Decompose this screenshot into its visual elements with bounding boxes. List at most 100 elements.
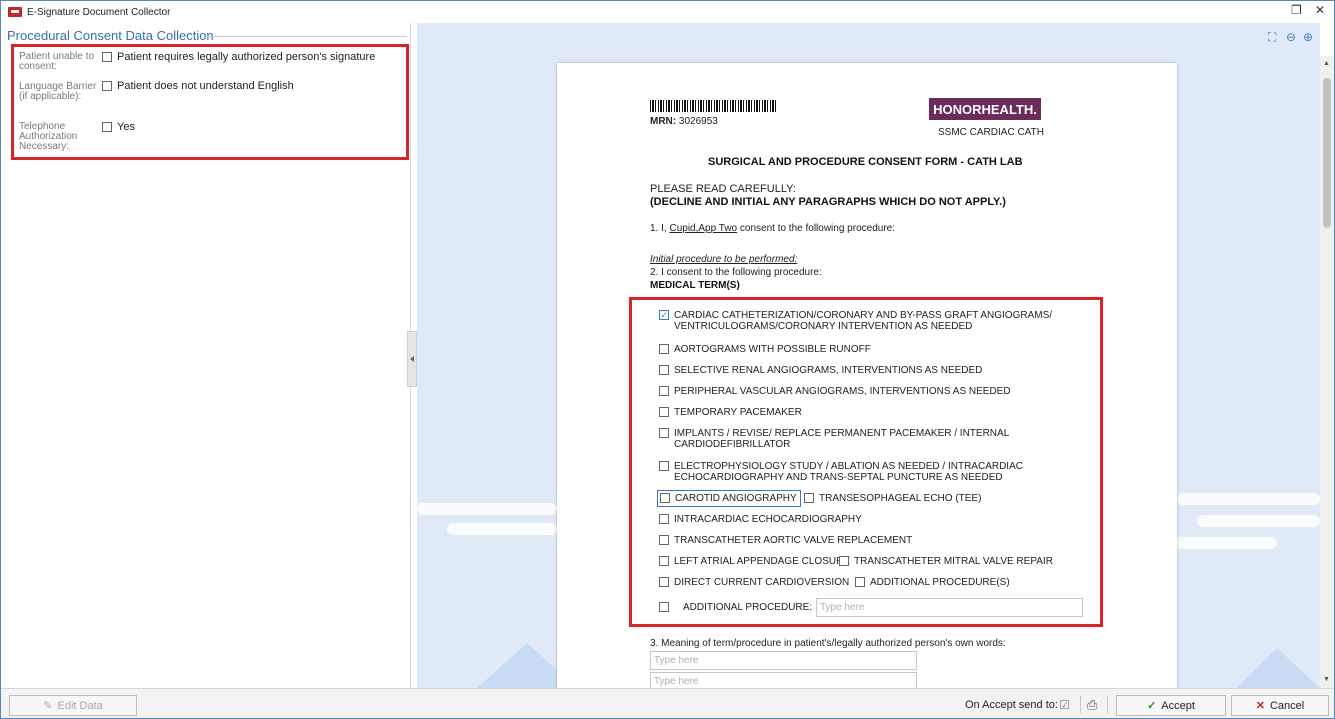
procedure-aortograms[interactable]: AORTOGRAMS WITH POSSIBLE RUNOFF: [659, 344, 871, 355]
procedure-checkbox[interactable]: [659, 407, 669, 417]
printer-icon[interactable]: ⎙: [1087, 697, 1097, 713]
procedure-checkbox[interactable]: [659, 535, 669, 545]
mrn: MRN: 3026953: [650, 116, 718, 127]
additional-procedure-label: ADDITIONAL PROCEDURE:: [683, 602, 813, 613]
patient-unable-text: Patient requires legally authorized pers…: [117, 51, 376, 63]
toolbar-divider: [1107, 696, 1108, 713]
line1-suffix: consent to the following procedure:: [739, 223, 895, 234]
close-button[interactable]: ✕: [1315, 3, 1325, 17]
procedure-checkbox[interactable]: [659, 461, 669, 471]
procedure-label: AORTOGRAMS WITH POSSIBLE RUNOFF: [674, 344, 871, 355]
patient-unable-option[interactable]: Patient requires legally authorized pers…: [102, 51, 375, 63]
procedure-cardioversion[interactable]: DIRECT CURRENT CARDIOVERSION: [659, 577, 849, 588]
procedure-checkbox[interactable]: [839, 556, 849, 566]
own-words-input-1[interactable]: Type here: [650, 651, 917, 670]
patient-unable-checkbox[interactable]: [102, 52, 112, 62]
procedure-checkbox-checked[interactable]: ✓: [659, 310, 669, 320]
procedure-checkbox[interactable]: [659, 577, 669, 587]
additional-procedure-row: ADDITIONAL PROCEDURE:: [659, 602, 812, 613]
data-collection-panel: Procedural Consent Data Collection Patie…: [1, 23, 411, 688]
procedure-label: LEFT ATRIAL APPENDAGE CLOSURE: [674, 556, 850, 567]
procedure-tee[interactable]: TRANSESOPHAGEAL ECHO (TEE): [804, 493, 981, 504]
patient-unable-label: Patient unable to consent:: [19, 51, 95, 72]
procedure-label: TEMPORARY PACEMAKER: [674, 407, 802, 418]
procedure-label: DIRECT CURRENT CARDIOVERSION: [674, 577, 850, 588]
window-title: E-Signature Document Collector: [27, 6, 171, 18]
language-barrier-text: Patient does not understand English: [117, 80, 294, 92]
restore-button[interactable]: ❐: [1291, 3, 1302, 17]
procedure-checkbox[interactable]: [659, 365, 669, 375]
own-words-input-2[interactable]: Type here: [650, 672, 917, 688]
vertical-scrollbar[interactable]: ▲ ▼: [1320, 56, 1334, 688]
procedure-laa-closure[interactable]: LEFT ATRIAL APPENDAGE CLOSURE: [659, 556, 850, 567]
scroll-up-arrow[interactable]: ▲: [1323, 60, 1330, 67]
procedure-additional-check[interactable]: ADDITIONAL PROCEDURE(S): [855, 577, 1010, 588]
procedure-electrophysiology[interactable]: ELECTROPHYSIOLOGY STUDY / ABLATION AS NE…: [659, 461, 1023, 483]
zoom-in-icon[interactable]: ⊕: [1303, 30, 1313, 44]
language-barrier-checkbox[interactable]: [102, 81, 112, 91]
procedure-carotid[interactable]: CAROTID ANGIOGRAPHY: [657, 490, 801, 507]
procedure-checkbox[interactable]: [659, 344, 669, 354]
procedure-checkbox[interactable]: [660, 493, 670, 503]
decline-note: (DECLINE AND INITIAL ANY PARAGRAPHS WHIC…: [650, 196, 1006, 208]
honorhealth-logo: HONORHEALTH.: [929, 98, 1041, 120]
telephone-auth-checkbox[interactable]: [102, 122, 112, 132]
procedure-label: ELECTROPHYSIOLOGY STUDY / ABLATION AS NE…: [674, 461, 1023, 483]
procedure-label: TRANSESOPHAGEAL ECHO (TEE): [819, 493, 982, 504]
additional-procedure-checkbox[interactable]: [659, 602, 669, 612]
section-divider: [207, 36, 407, 37]
procedure-checkbox[interactable]: [659, 556, 669, 566]
pencil-icon: ✎: [43, 700, 53, 712]
procedure-label: PERIPHERAL VASCULAR ANGIOGRAMS, INTERVEN…: [674, 386, 1011, 397]
additional-procedure-input[interactable]: Type here: [816, 598, 1083, 617]
procedure-checkbox[interactable]: [659, 428, 669, 438]
consent-line-3: 3. Meaning of term/procedure in patient'…: [650, 638, 1006, 649]
toolbar-divider: [1080, 696, 1081, 713]
send-to-signature-icon[interactable]: ☑: [1059, 698, 1070, 712]
procedure-checkbox[interactable]: [659, 386, 669, 396]
procedure-checkbox[interactable]: [659, 514, 669, 524]
telephone-auth-option[interactable]: Yes: [102, 121, 135, 133]
consent-line-2: 2. I consent to the following procedure:: [650, 267, 822, 278]
x-icon: ✕: [1255, 700, 1265, 712]
initial-heading: Initial procedure to be performed:: [650, 254, 798, 265]
edit-data-label: Edit Data: [57, 699, 103, 712]
section-title: Procedural Consent Data Collection: [7, 28, 214, 43]
scrollbar-thumb[interactable]: [1323, 78, 1331, 228]
procedure-checkbox[interactable]: [855, 577, 865, 587]
accept-label: Accept: [1161, 699, 1195, 712]
panel-collapse-handle[interactable]: [407, 331, 417, 387]
telephone-auth-label: Telephone Authorization Necessary:: [19, 121, 78, 152]
procedure-renal-angiograms[interactable]: SELECTIVE RENAL ANGIOGRAMS, INTERVENTION…: [659, 365, 982, 376]
procedure-label: IMPLANTS / REVISE/ REPLACE PERMANENT PAC…: [674, 428, 1010, 450]
accept-button[interactable]: ✓ Accept: [1116, 695, 1226, 716]
procedure-label: CARDIAC CATHETERIZATION/CORONARY AND BY-…: [674, 310, 1053, 332]
language-barrier-option[interactable]: Patient does not understand English: [102, 80, 294, 92]
procedure-tavr[interactable]: TRANSCATHETER AORTIC VALVE REPLACEMENT: [659, 535, 912, 546]
bottom-toolbar: ✎ Edit Data On Accept send to: ☑ ⎙ ✓ Acc…: [1, 688, 1334, 718]
title-bar: E-Signature Document Collector ❐ ✕: [1, 1, 1334, 23]
edit-data-button[interactable]: ✎ Edit Data: [9, 695, 137, 716]
procedure-temporary-pacemaker[interactable]: TEMPORARY PACEMAKER: [659, 407, 802, 418]
procedure-label: INTRACARDIAC ECHOCARDIOGRAPHY: [674, 514, 862, 525]
consent-line-1: 1. I, Cupid,App Two consent to the follo…: [650, 223, 895, 234]
procedure-label: TRANSCATHETER AORTIC VALVE REPLACEMENT: [674, 535, 913, 546]
checkmark-icon: ✓: [1147, 700, 1157, 712]
facility-name: SSMC CARDIAC CATH: [938, 127, 1044, 138]
procedure-implants[interactable]: IMPLANTS / REVISE/ REPLACE PERMANENT PAC…: [659, 428, 1009, 450]
procedure-checkbox[interactable]: [804, 493, 814, 503]
zoom-out-icon[interactable]: ⊖: [1286, 30, 1296, 44]
procedure-intracardiac-echo[interactable]: INTRACARDIAC ECHOCARDIOGRAPHY: [659, 514, 862, 525]
procedure-peripheral-vascular[interactable]: PERIPHERAL VASCULAR ANGIOGRAMS, INTERVEN…: [659, 386, 1011, 397]
procedure-label: CAROTID ANGIOGRAPHY: [675, 493, 797, 504]
procedure-cardiac-cath[interactable]: ✓ CARDIAC CATHETERIZATION/CORONARY AND B…: [659, 310, 1052, 332]
procedure-mitral-repair[interactable]: TRANSCATHETER MITRAL VALVE REPAIR: [839, 556, 1053, 567]
cancel-label: Cancel: [1269, 699, 1305, 712]
telephone-auth-text: Yes: [117, 121, 135, 133]
fit-page-icon[interactable]: ⛶: [1268, 30, 1276, 45]
line1-prefix: 1. I,: [650, 223, 667, 234]
procedure-label: TRANSCATHETER MITRAL VALVE REPAIR: [854, 556, 1053, 567]
scroll-down-arrow[interactable]: ▼: [1323, 676, 1330, 683]
cancel-button[interactable]: ✕ Cancel: [1231, 695, 1329, 716]
on-accept-label: On Accept send to:: [965, 699, 1058, 711]
